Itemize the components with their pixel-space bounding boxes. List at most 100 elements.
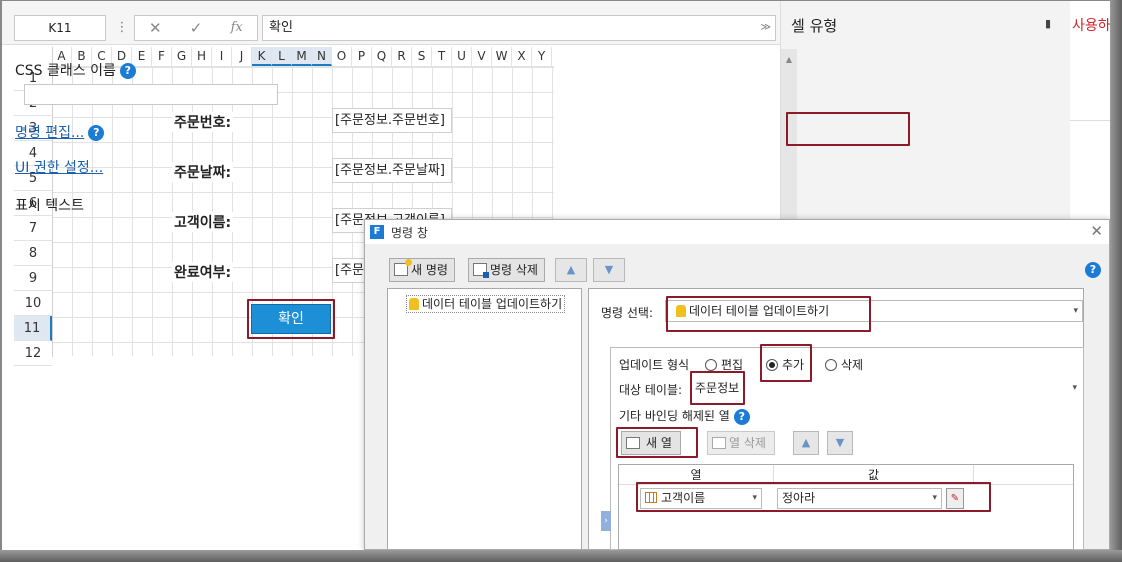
value-input[interactable]: 정아라 ▾ xyxy=(777,488,942,509)
target-table-select[interactable]: 주문정보 ▾ xyxy=(693,378,1081,398)
column-header-t[interactable]: T xyxy=(432,47,452,66)
target-table-label: 대상 테이블: xyxy=(619,383,683,397)
expand-panel-tab[interactable]: › xyxy=(601,511,611,531)
chevron-down-icon: ▾ xyxy=(932,493,937,503)
row-header-11[interactable]: 11 xyxy=(14,316,52,341)
table-header: 열 값 xyxy=(619,465,1073,485)
help-icon[interactable]: ? xyxy=(733,408,750,425)
css-class-input[interactable] xyxy=(24,84,278,105)
cell-type-panel: 셀 유형 ▮ ▲ xyxy=(780,1,1070,231)
column-header-j[interactable]: J xyxy=(232,47,252,66)
new-command-label: 새 명령 xyxy=(411,263,448,277)
row-header-12[interactable]: 12 xyxy=(14,341,52,366)
column-select-value: 고객이름 xyxy=(661,491,706,505)
chevron-down-icon: ▾ xyxy=(752,493,757,503)
expand-formula-icon[interactable]: ≫ xyxy=(761,16,771,40)
column-header-x[interactable]: X xyxy=(512,47,532,66)
panel-title: 셀 유형 xyxy=(791,17,838,35)
column-header: 열 xyxy=(619,465,774,485)
column-header-f[interactable]: F xyxy=(152,47,172,66)
column-header-v[interactable]: V xyxy=(472,47,492,66)
column-header-k[interactable]: K xyxy=(252,47,272,66)
delete-command-button[interactable]: 명령 삭제 xyxy=(468,258,545,282)
command-list-item-label: 데이터 테이블 업데이트하기 xyxy=(422,297,563,311)
column-select[interactable]: 고객이름 ▾ xyxy=(640,488,762,509)
name-box[interactable]: K11 xyxy=(14,15,106,41)
insert-function-icon[interactable]: fx xyxy=(216,16,257,40)
radio-delete[interactable]: 삭제 xyxy=(825,356,863,373)
column-down-button[interactable]: ▼ xyxy=(827,431,853,455)
formula-buttons: ✕ ✓ fx xyxy=(134,15,258,41)
column-header-l[interactable]: L xyxy=(272,47,292,66)
background-window: 사용하 xyxy=(1070,1,1111,121)
row-headers: 123456789101112 xyxy=(14,66,52,366)
command-icon xyxy=(409,298,419,310)
column-header-o[interactable]: O xyxy=(332,47,352,66)
close-icon[interactable]: ✕ xyxy=(1090,222,1103,240)
delete-column-button[interactable]: 열 삭제 xyxy=(707,431,775,455)
cancel-icon[interactable]: ✕ xyxy=(135,16,176,40)
update-format-label: 업데이트 형식 xyxy=(619,358,690,372)
column-header-w[interactable]: W xyxy=(492,47,512,66)
column-up-button[interactable]: ▲ xyxy=(793,431,819,455)
formula-edit-icon[interactable]: ✎ xyxy=(946,488,964,509)
column-header-p[interactable]: P xyxy=(352,47,372,66)
css-class-row: CSS 클래스 이름? xyxy=(15,60,136,80)
new-command-icon xyxy=(394,259,412,276)
scroll-up-icon[interactable]: ▲ xyxy=(781,55,797,64)
row-header-10[interactable]: 10 xyxy=(14,291,52,316)
app-logo-icon: F xyxy=(370,225,384,239)
column-header-r[interactable]: R xyxy=(392,47,412,66)
formula-menu-icon[interactable]: ⋮ xyxy=(115,15,129,41)
column-header-n[interactable]: N xyxy=(312,47,332,66)
column-header-u[interactable]: U xyxy=(452,47,472,66)
accept-icon[interactable]: ✓ xyxy=(176,16,217,40)
command-select-label: 명령 선택: xyxy=(601,306,654,320)
other-unbound-row: 기타 바인딩 해제된 열? xyxy=(619,407,750,425)
edit-command-link[interactable]: 명령 편집... xyxy=(15,125,84,141)
help-icon[interactable]: ? xyxy=(119,63,136,79)
panel-scrollbar[interactable]: ▲ xyxy=(781,49,797,229)
radio-delete-indicator xyxy=(825,359,837,371)
column-header-h[interactable]: H xyxy=(192,47,212,66)
dialog-titlebar: F 명령 창 ✕ xyxy=(365,220,1109,244)
help-icon[interactable]: ? xyxy=(88,125,105,141)
pin-icon[interactable]: ▮ xyxy=(1045,17,1051,30)
ui-permission-link[interactable]: UI 권한 설정... xyxy=(15,157,103,177)
window-border-bottom xyxy=(0,550,1122,562)
radio-add[interactable]: 추가 xyxy=(766,356,804,373)
column-header-q[interactable]: Q xyxy=(372,47,392,66)
radio-edit[interactable]: 편집 xyxy=(705,356,743,373)
column-header-y[interactable]: Y xyxy=(532,47,552,66)
radio-edit-indicator xyxy=(705,359,717,371)
column-header-g[interactable]: G xyxy=(172,47,192,66)
move-down-button[interactable]: ▼ xyxy=(593,258,625,282)
command-dialog: F 명령 창 ✕ 새 명령 명령 삭제 ▲ ▼ ? 데이터 테이블 업데이트하기… xyxy=(364,219,1110,550)
row-header-9[interactable]: 9 xyxy=(14,266,52,291)
confirm-button[interactable]: 확인 xyxy=(251,304,331,334)
column-header-s[interactable]: S xyxy=(412,47,432,66)
command-list: 데이터 테이블 업데이트하기 xyxy=(387,288,582,550)
formula-bar: K11 ⋮ ✕ ✓ fx 확인 ≫ xyxy=(2,1,780,45)
order-no-label: 주문번호: xyxy=(172,112,234,132)
row-header-7[interactable]: 7 xyxy=(14,216,52,241)
order-date-cell[interactable]: [주문정보.주문날짜] xyxy=(332,158,452,183)
command-select[interactable]: 데이터 테이블 업데이트하기 ▾ xyxy=(665,300,1083,322)
formula-value: 확인 xyxy=(269,20,293,35)
formula-input[interactable]: 확인 ≫ xyxy=(262,15,776,41)
delete-column-icon xyxy=(712,437,726,449)
command-icon xyxy=(676,305,686,317)
new-column-label: 새 열 xyxy=(646,436,672,450)
new-column-icon xyxy=(626,437,640,449)
completed-label: 완료여부: xyxy=(172,262,234,282)
delete-command-icon xyxy=(473,263,489,278)
column-header-m[interactable]: M xyxy=(292,47,312,66)
row-header-8[interactable]: 8 xyxy=(14,241,52,266)
move-up-button[interactable]: ▲ xyxy=(555,258,587,282)
new-column-button[interactable]: 새 열 xyxy=(621,431,681,455)
command-list-item[interactable]: 데이터 테이블 업데이트하기 xyxy=(406,295,566,313)
new-command-button[interactable]: 새 명령 xyxy=(389,258,455,282)
column-header-i[interactable]: I xyxy=(212,47,232,66)
order-no-cell[interactable]: [주문정보.주문번호] xyxy=(332,108,452,133)
dialog-help-icon[interactable]: ? xyxy=(1085,262,1101,278)
